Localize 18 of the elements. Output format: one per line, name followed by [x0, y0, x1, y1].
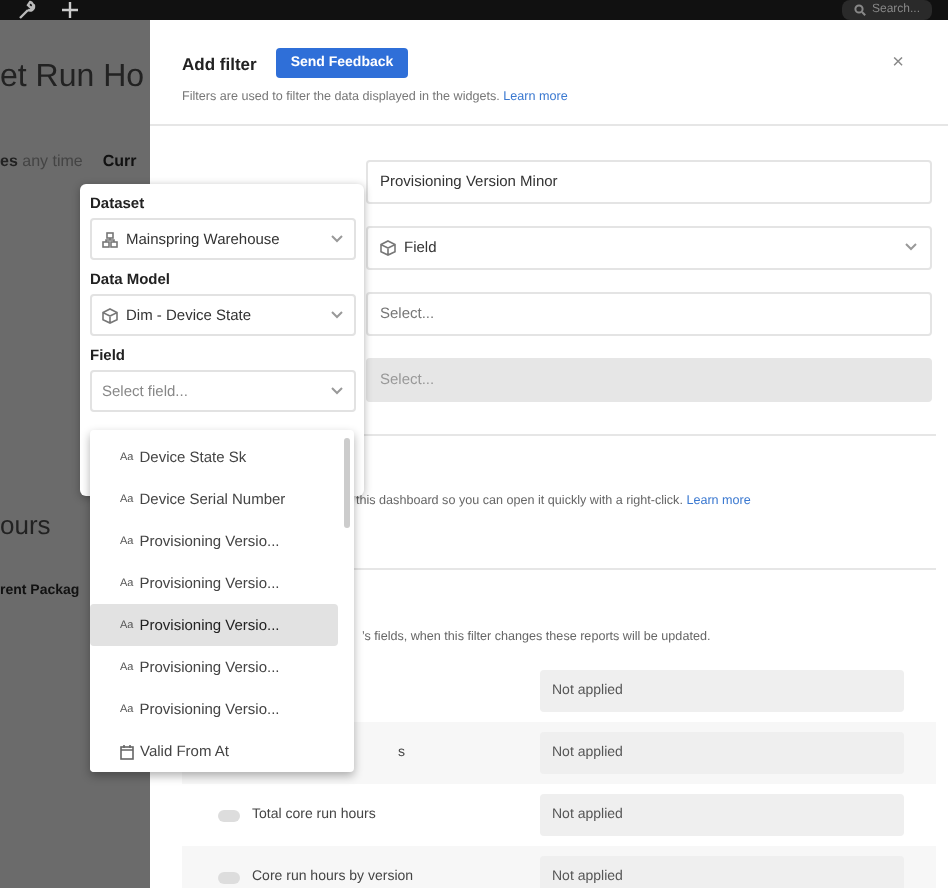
close-button[interactable]: × [892, 52, 904, 74]
toggle-switch[interactable] [218, 871, 240, 884]
search-icon [853, 4, 866, 16]
wrench-icon[interactable] [16, 0, 36, 20]
chevron-down-icon [330, 234, 344, 244]
section-title: ours [0, 510, 51, 540]
chevron-down-icon [330, 386, 344, 396]
cube-icon [380, 239, 396, 256]
plus-icon[interactable] [60, 0, 80, 20]
page-title: et Run Ho [0, 60, 145, 96]
calendar-icon [120, 743, 134, 759]
cube-icon [102, 307, 118, 323]
modal-title: Add filter [182, 53, 257, 73]
toggle-switch[interactable] [218, 809, 240, 822]
hierarchy-icon [102, 231, 118, 247]
chevron-down-icon [330, 310, 344, 320]
chevron-down-icon [904, 242, 918, 253]
filter-chip[interactable]: Curr [102, 152, 137, 170]
